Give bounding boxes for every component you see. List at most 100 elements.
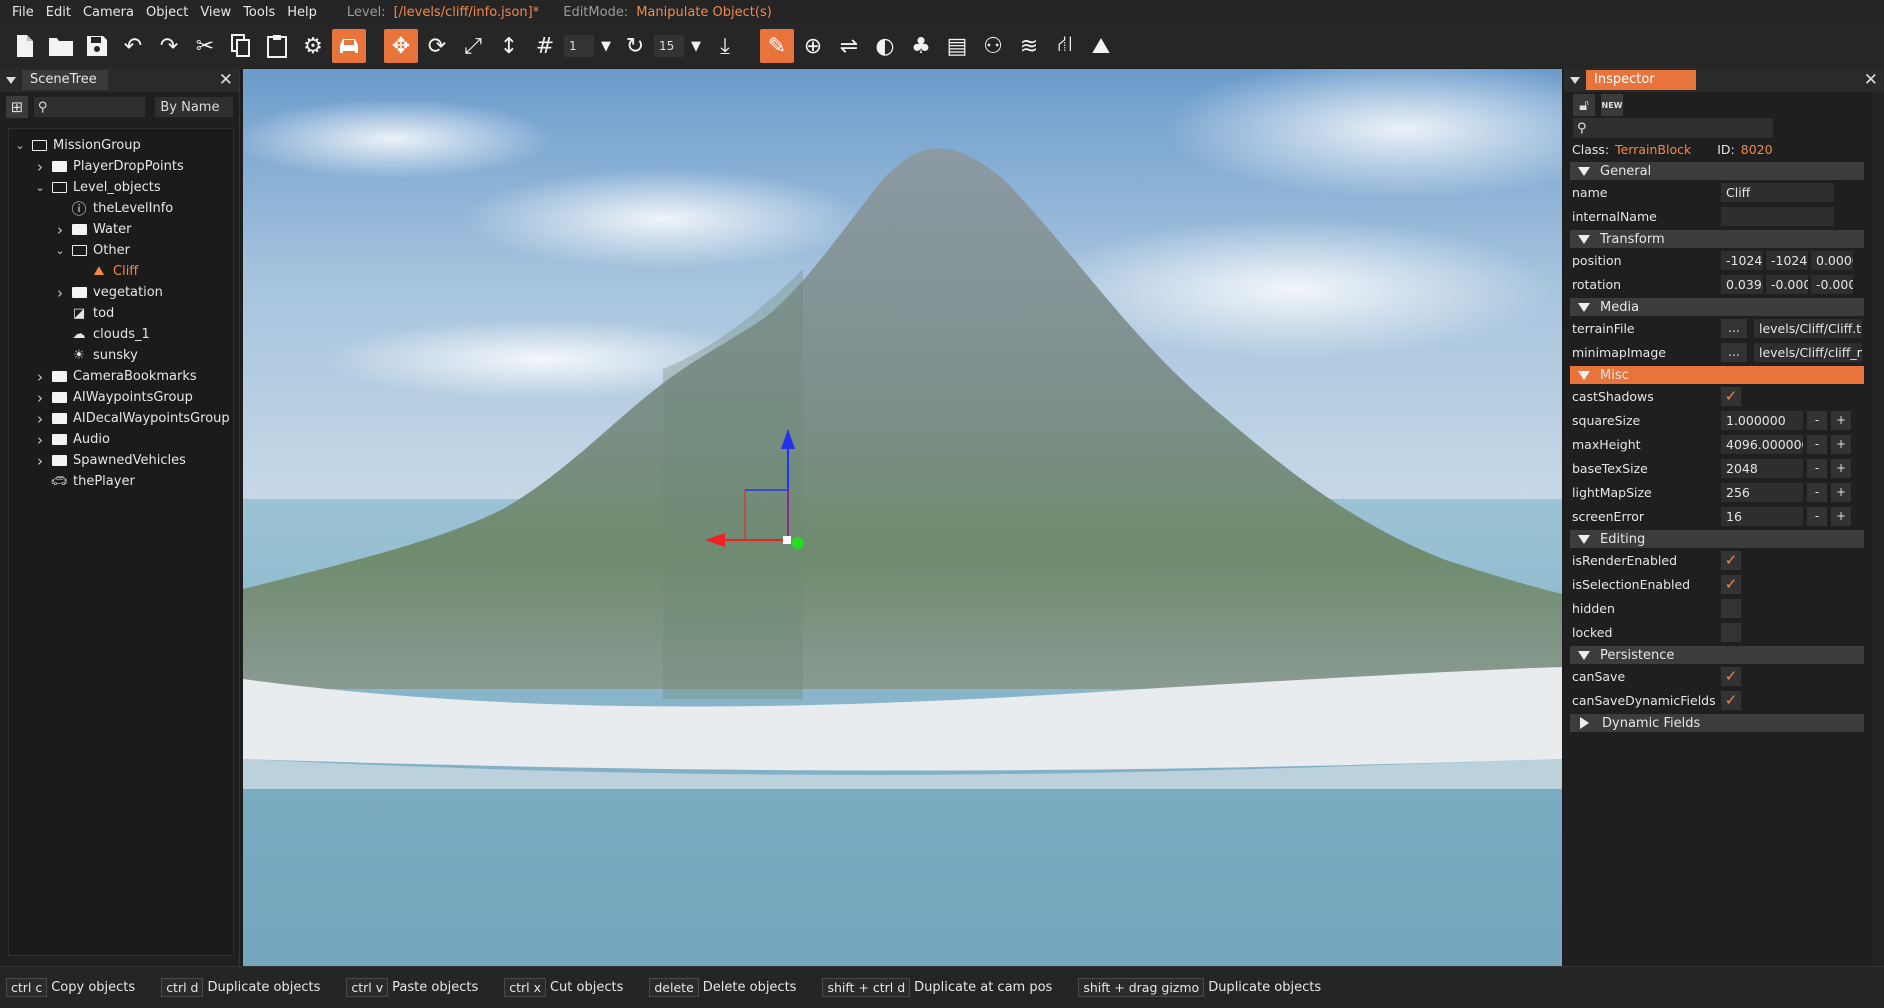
baseTexSize-plus-button[interactable]: +	[1831, 458, 1851, 478]
cut-icon[interactable]: ✂	[188, 29, 222, 63]
copy-icon[interactable]	[224, 29, 258, 63]
tree-node[interactable]: ⓘ theLevelInfo	[9, 198, 233, 219]
collapse-triangle-icon[interactable]	[1570, 76, 1580, 84]
menu-camera[interactable]: Camera	[77, 5, 140, 20]
tree-node[interactable]: › CameraBookmarks	[9, 366, 233, 387]
menu-object[interactable]: Object	[140, 5, 194, 20]
internalName-input[interactable]	[1721, 206, 1834, 226]
road-editor-icon[interactable]: ⇌	[832, 29, 866, 63]
tree-node[interactable]: › AIWaypointsGroup	[9, 387, 233, 408]
lightMapSize-minus-button[interactable]: -	[1807, 482, 1827, 502]
chevron-down-icon[interactable]: ⌄	[53, 244, 67, 257]
name-input[interactable]: Cliff	[1721, 182, 1834, 202]
3d-viewport[interactable]	[243, 69, 1562, 966]
add-object-icon[interactable]: ⊕	[796, 29, 830, 63]
grid-snap-dropdown-icon[interactable]: ▼	[596, 29, 616, 63]
grid-snap-icon[interactable]: #	[528, 29, 562, 63]
screenError-input[interactable]: 16	[1721, 506, 1803, 526]
rotation-x-input[interactable]: 0.0395	[1721, 274, 1763, 294]
rotation-snap-dropdown-icon[interactable]: ▼	[686, 29, 706, 63]
decal-layers-icon[interactable]: ▤	[940, 29, 974, 63]
road-lanes-icon[interactable]: ⛙	[1048, 29, 1082, 63]
scenetree-search-input[interactable]: ⚲	[33, 97, 146, 117]
minimapImage-input[interactable]: levels/Cliff/cliff_minimap	[1754, 342, 1862, 362]
maxHeight-minus-button[interactable]: -	[1807, 434, 1827, 454]
paste-icon[interactable]	[260, 29, 294, 63]
position-x-input[interactable]: -1024.0	[1721, 250, 1763, 270]
tree-node[interactable]: ☁ clouds_1	[9, 324, 233, 345]
world-axis-icon[interactable]: ↕	[492, 29, 526, 63]
rotate-gizmo-icon[interactable]: ⟳	[420, 29, 454, 63]
position-y-input[interactable]: -1024.0	[1766, 250, 1808, 270]
river-wave-icon[interactable]: ≋	[1012, 29, 1046, 63]
section-media[interactable]: Media	[1570, 298, 1864, 316]
section-persistence[interactable]: Persistence	[1570, 646, 1864, 664]
terrain-painter-icon[interactable]: ◐	[868, 29, 902, 63]
lightMapSize-input[interactable]: 256	[1721, 482, 1803, 502]
canSave-checkbox[interactable]: ✓	[1721, 666, 1741, 686]
menu-file[interactable]: File	[6, 5, 40, 20]
tree-node[interactable]: ⛰ Cliff	[9, 261, 233, 282]
chevron-right-icon[interactable]: ›	[53, 221, 67, 239]
open-folder-icon[interactable]	[44, 29, 78, 63]
tree-node[interactable]: › Audio	[9, 429, 233, 450]
vehicle-car-icon[interactable]	[332, 29, 366, 63]
squareSize-input[interactable]: 1.000000	[1721, 410, 1803, 430]
menu-tools[interactable]: Tools	[237, 5, 281, 20]
close-icon[interactable]: ✕	[1864, 70, 1878, 90]
tree-node[interactable]: › AIDecalWaypointsGroup	[9, 408, 233, 429]
chevron-right-icon[interactable]: ›	[33, 452, 47, 470]
castShadows-checkbox[interactable]: ✓	[1721, 386, 1741, 406]
tree-node[interactable]: › PlayerDropPoints	[9, 156, 233, 177]
tree-node[interactable]: › Water	[9, 219, 233, 240]
chevron-right-icon[interactable]: ›	[53, 284, 67, 302]
tree-node[interactable]: ⌄ Level_objects	[9, 177, 233, 198]
collapse-triangle-icon[interactable]	[6, 76, 16, 84]
screenError-plus-button[interactable]: +	[1831, 506, 1851, 526]
terrainFile-input[interactable]: levels/Cliff/Cliff.ter	[1754, 318, 1862, 338]
chevron-right-icon[interactable]: ›	[33, 431, 47, 449]
close-icon[interactable]: ✕	[219, 70, 233, 90]
rotation-y-input[interactable]: -0.0000	[1766, 274, 1808, 294]
menu-edit[interactable]: Edit	[40, 5, 77, 20]
lock-icon[interactable]: 🔓︎	[1573, 94, 1595, 116]
section-misc[interactable]: Misc	[1570, 366, 1864, 384]
chevron-right-icon[interactable]: ›	[33, 389, 47, 407]
section-editing[interactable]: Editing	[1570, 530, 1864, 548]
menu-help[interactable]: Help	[281, 5, 323, 20]
canSaveDynamicFields-checkbox[interactable]: ✓	[1721, 690, 1741, 710]
chevron-down-icon[interactable]: ⌄	[13, 139, 27, 152]
maxHeight-input[interactable]: 4096.000000	[1721, 434, 1803, 454]
inspector-search-input[interactable]: ⚲	[1573, 118, 1773, 138]
new-file-icon[interactable]	[8, 29, 42, 63]
save-icon[interactable]	[80, 29, 114, 63]
terrain-tools-icon[interactable]: ⛰	[1084, 29, 1118, 63]
settings-gear-icon[interactable]: ⚙	[296, 29, 330, 63]
locked-checkbox[interactable]	[1721, 622, 1741, 642]
position-z-input[interactable]: 0.00000	[1811, 250, 1853, 270]
baseTexSize-input[interactable]: 2048	[1721, 458, 1803, 478]
forest-tree-icon[interactable]: ♣	[904, 29, 938, 63]
tree-node[interactable]: › SpawnedVehicles	[9, 450, 233, 471]
chevron-right-icon[interactable]: ›	[33, 368, 47, 386]
terrainFile-browse-button[interactable]: ...	[1721, 318, 1747, 338]
sort-dropdown[interactable]: By Name	[155, 97, 233, 117]
chevron-right-icon[interactable]: ›	[33, 158, 47, 176]
isRenderEnabled-checkbox[interactable]: ✓	[1721, 550, 1741, 570]
lightMapSize-plus-button[interactable]: +	[1831, 482, 1851, 502]
maxHeight-plus-button[interactable]: +	[1831, 434, 1851, 454]
screenError-minus-button[interactable]: -	[1807, 506, 1827, 526]
baseTexSize-minus-button[interactable]: -	[1807, 458, 1827, 478]
tree-node[interactable]: ◪ tod	[9, 303, 233, 324]
rotation-snap-icon[interactable]: ↻	[618, 29, 652, 63]
translate-gizmo-icon[interactable]: ✥	[384, 29, 418, 63]
chevron-right-icon[interactable]: ›	[33, 410, 47, 428]
tree-node[interactable]: ⌄ Other	[9, 240, 233, 261]
grid-snap-value[interactable]: 1	[564, 35, 594, 57]
chevron-down-icon[interactable]: ⌄	[33, 181, 47, 194]
pencil-edit-icon[interactable]: ✎	[760, 29, 794, 63]
tree-node[interactable]: ☀ sunsky	[9, 345, 233, 366]
section-dynamic-fields[interactable]: Dynamic Fields	[1570, 714, 1864, 732]
isSelectionEnabled-checkbox[interactable]: ✓	[1721, 574, 1741, 594]
inspector-tab[interactable]: Inspector	[1586, 70, 1696, 90]
